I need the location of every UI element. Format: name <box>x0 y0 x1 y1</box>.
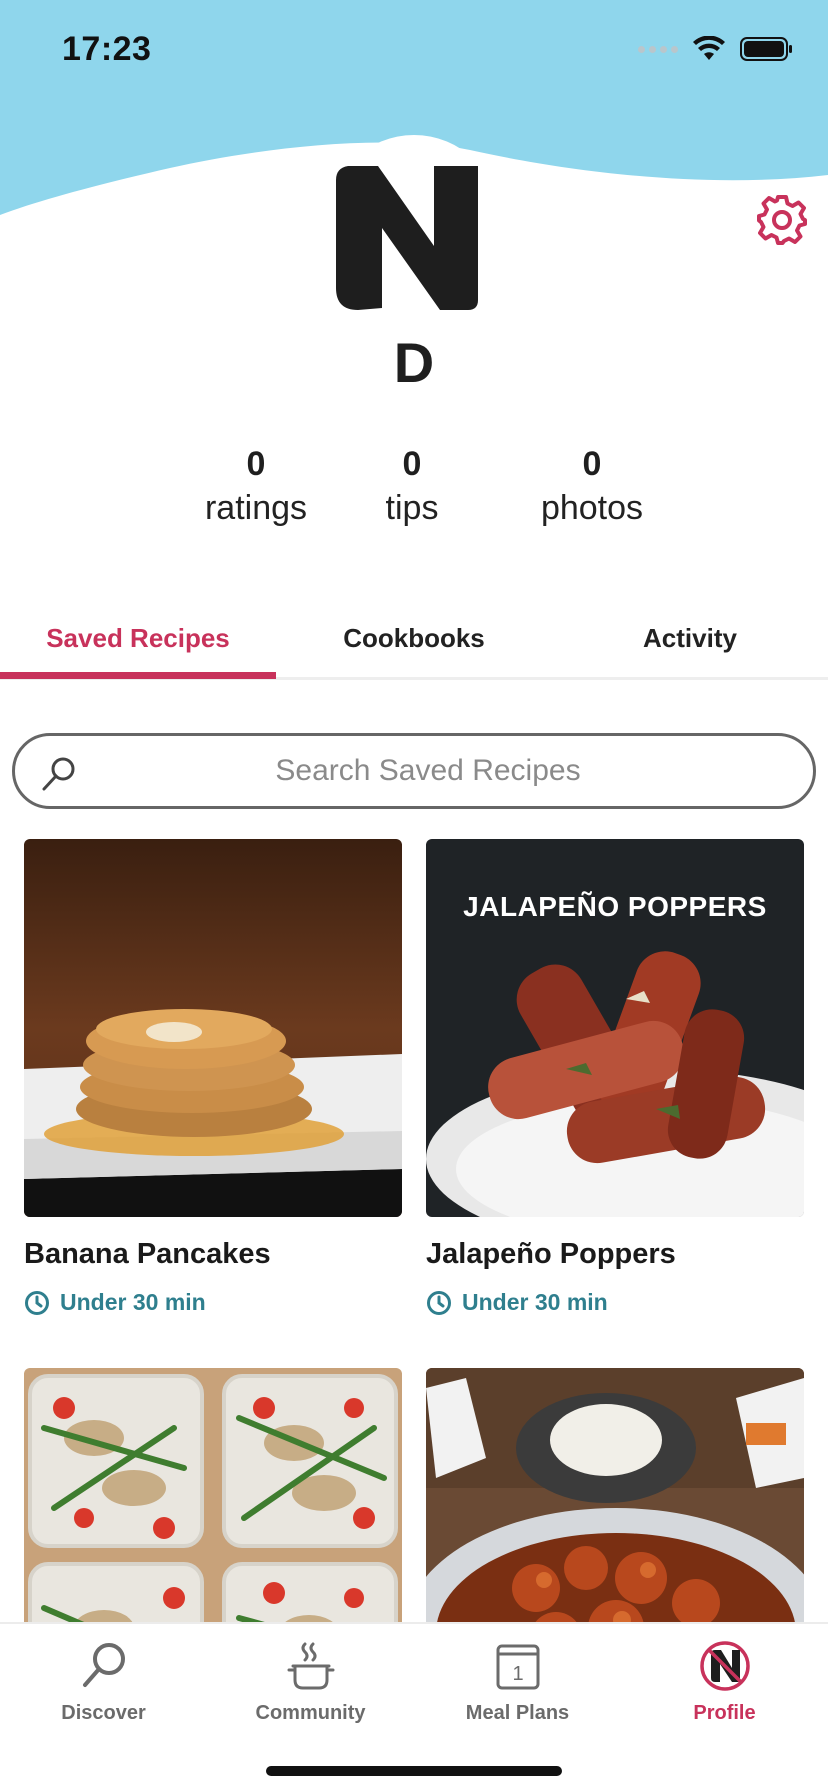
stat-label: photos <box>540 489 644 527</box>
stat-value: 0 <box>582 445 602 483</box>
recipe-time: Under 30 min <box>24 1289 402 1316</box>
status-bar: 17:23 <box>0 0 828 100</box>
signal-icon <box>638 45 678 53</box>
search-icon <box>42 757 75 791</box>
battery-icon <box>740 37 792 61</box>
recipe-card[interactable]: Banana Pancakes Under 30 min <box>24 839 402 1316</box>
wifi-icon <box>693 36 725 60</box>
active-tab-indicator <box>0 672 276 679</box>
search-input[interactable] <box>95 736 761 806</box>
tab-saved-recipes[interactable]: Saved Recipes <box>0 610 276 680</box>
recipe-time-label: Under 30 min <box>60 1289 206 1315</box>
search-bar <box>12 733 816 809</box>
stat-ratings[interactable]: 0 ratings <box>166 442 346 530</box>
recipe-card[interactable]: JALAPEÑO POPPERS Jalapeño Poppers Under … <box>426 839 804 1316</box>
nav-label: Meal Plans <box>465 1702 570 1724</box>
nav-label: Community <box>255 1702 366 1724</box>
recipe-image[interactable] <box>24 839 402 1217</box>
nav-community[interactable]: Community <box>207 1640 414 1750</box>
gear-icon[interactable] <box>756 194 808 246</box>
nav-discover[interactable]: Discover <box>0 1640 207 1750</box>
nav-label: Discover <box>61 1702 146 1724</box>
profile-logo-icon <box>699 1641 750 1691</box>
recipe-image[interactable]: JALAPEÑO POPPERS <box>426 839 804 1217</box>
profile-stats: 0 ratings 0 tips 0 photos <box>0 442 828 542</box>
recipe-time-label: Under 30 min <box>462 1289 608 1315</box>
stat-tips[interactable]: 0 tips <box>322 442 502 530</box>
nav-profile[interactable]: Profile <box>621 1640 828 1750</box>
stat-value: 0 <box>402 445 422 483</box>
home-indicator <box>266 1766 562 1776</box>
nav-label: Profile <box>693 1702 756 1724</box>
calendar-icon: 1 <box>496 1644 539 1690</box>
username: D <box>393 331 435 394</box>
recipe-title[interactable]: Banana Pancakes <box>24 1235 402 1273</box>
nav-meal-plans[interactable]: 1 Meal Plans <box>414 1640 621 1750</box>
tab-activity[interactable]: Activity <box>552 610 828 680</box>
clock-icon <box>25 1290 49 1315</box>
status-icons <box>638 34 794 64</box>
stat-value: 0 <box>246 445 266 483</box>
status-time: 17:23 <box>62 30 152 68</box>
recipe-time: Under 30 min <box>426 1289 804 1316</box>
recipe-image-caption: JALAPEÑO POPPERS <box>463 891 767 922</box>
recipe-title[interactable]: Jalapeño Poppers <box>426 1235 804 1273</box>
pot-icon <box>287 1642 334 1690</box>
profile-tabs: Saved Recipes Cookbooks Activity <box>0 610 828 680</box>
stat-label: tips <box>385 489 439 527</box>
clock-icon <box>427 1290 451 1315</box>
stat-photos[interactable]: 0 photos <box>502 442 682 530</box>
search-icon <box>82 1643 125 1687</box>
calendar-day: 1 <box>512 1663 523 1685</box>
stat-label: ratings <box>204 489 308 527</box>
tab-cookbooks[interactable]: Cookbooks <box>276 610 552 680</box>
avatar-logo-icon <box>336 166 478 310</box>
